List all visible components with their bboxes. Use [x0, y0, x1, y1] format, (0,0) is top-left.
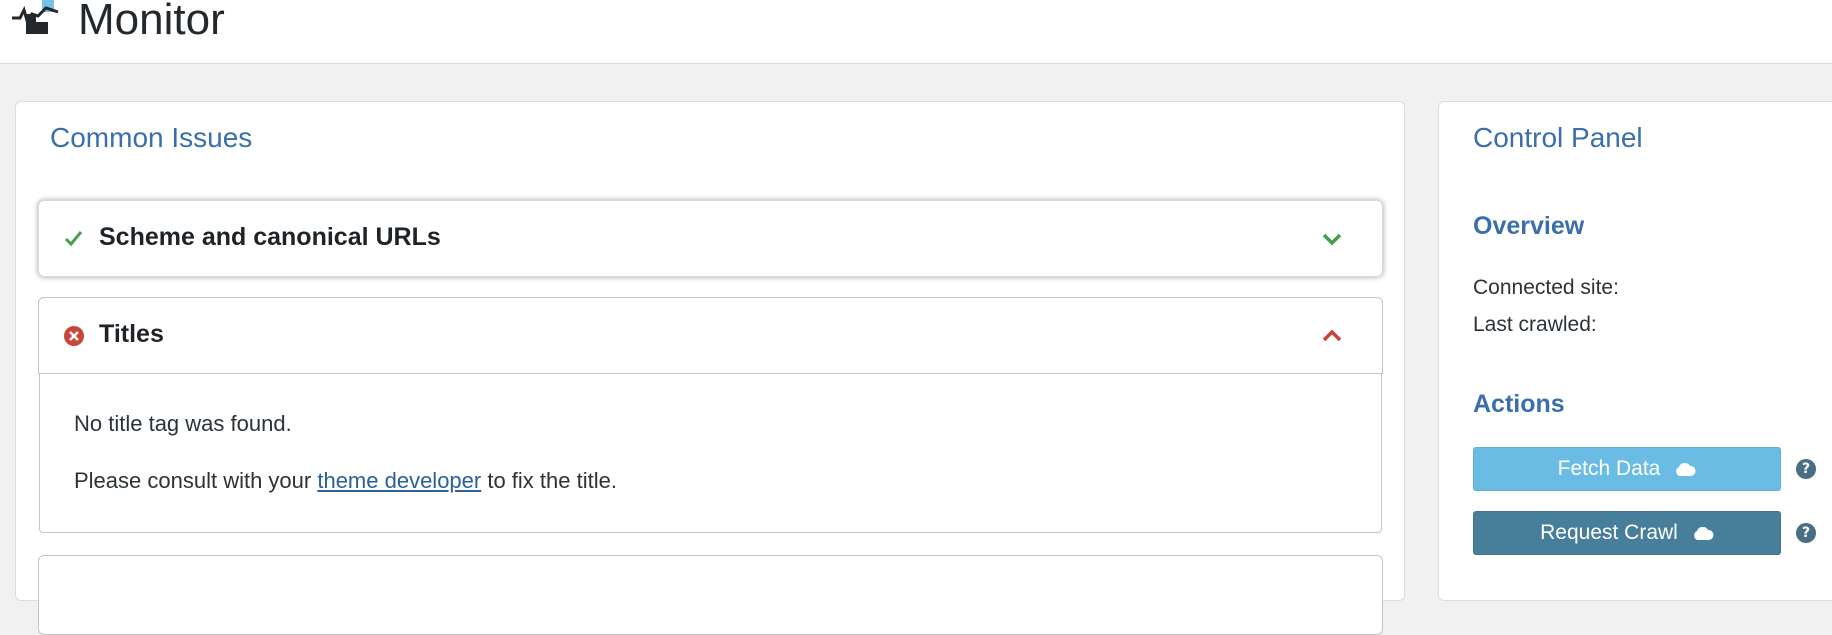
control-panel-card: Control Panel Overview Connected site: L…	[1438, 101, 1832, 601]
overview-heading: Overview	[1473, 212, 1585, 240]
issue-label: Scheme and canonical URLs	[99, 223, 441, 251]
check-icon	[64, 231, 83, 247]
cloud-icon	[1676, 462, 1696, 476]
advice-text-after: to fix the title.	[481, 468, 617, 493]
fetch-data-help-icon[interactable]: ?	[1796, 459, 1816, 479]
error-circle-icon	[64, 326, 84, 346]
issue-next-collapsed[interactable]	[38, 555, 1383, 635]
page-title: Monitor	[78, 0, 225, 44]
theme-developer-link[interactable]: theme developer	[317, 468, 481, 493]
advice-text-before: Please consult with your	[74, 468, 318, 493]
issue-detail-advice: Please consult with your theme developer…	[74, 468, 617, 494]
chevron-down-icon[interactable]	[1322, 231, 1342, 247]
last-crawled-label: Last crawled:	[1473, 313, 1597, 336]
top-bar: Monitor	[0, 0, 1832, 64]
issue-label: Titles	[99, 320, 164, 348]
request-crawl-label: Request Crawl	[1540, 521, 1678, 544]
issue-detail-text: No title tag was found.	[74, 411, 292, 436]
cloud-icon	[1694, 526, 1714, 540]
common-issues-card: Common Issues Scheme and canonical URLs …	[15, 101, 1405, 635]
request-crawl-help-icon[interactable]: ?	[1796, 523, 1816, 543]
actions-heading: Actions	[1473, 390, 1565, 418]
common-issues-title: Common Issues	[50, 122, 253, 153]
fetch-data-button[interactable]: Fetch Data	[1473, 447, 1781, 491]
control-panel-title: Control Panel	[1473, 122, 1643, 153]
issue-titles[interactable]: Titles	[38, 297, 1383, 374]
fetch-data-label: Fetch Data	[1557, 457, 1661, 480]
issue-titles-details: No title tag was found. Please consult w…	[39, 374, 1382, 533]
monitor-logo-icon	[12, 0, 59, 34]
chevron-up-icon[interactable]	[1322, 328, 1342, 344]
request-crawl-button[interactable]: Request Crawl	[1473, 511, 1781, 555]
connected-site-label: Connected site:	[1473, 276, 1619, 299]
issue-scheme-canonical-urls[interactable]: Scheme and canonical URLs	[38, 200, 1383, 277]
